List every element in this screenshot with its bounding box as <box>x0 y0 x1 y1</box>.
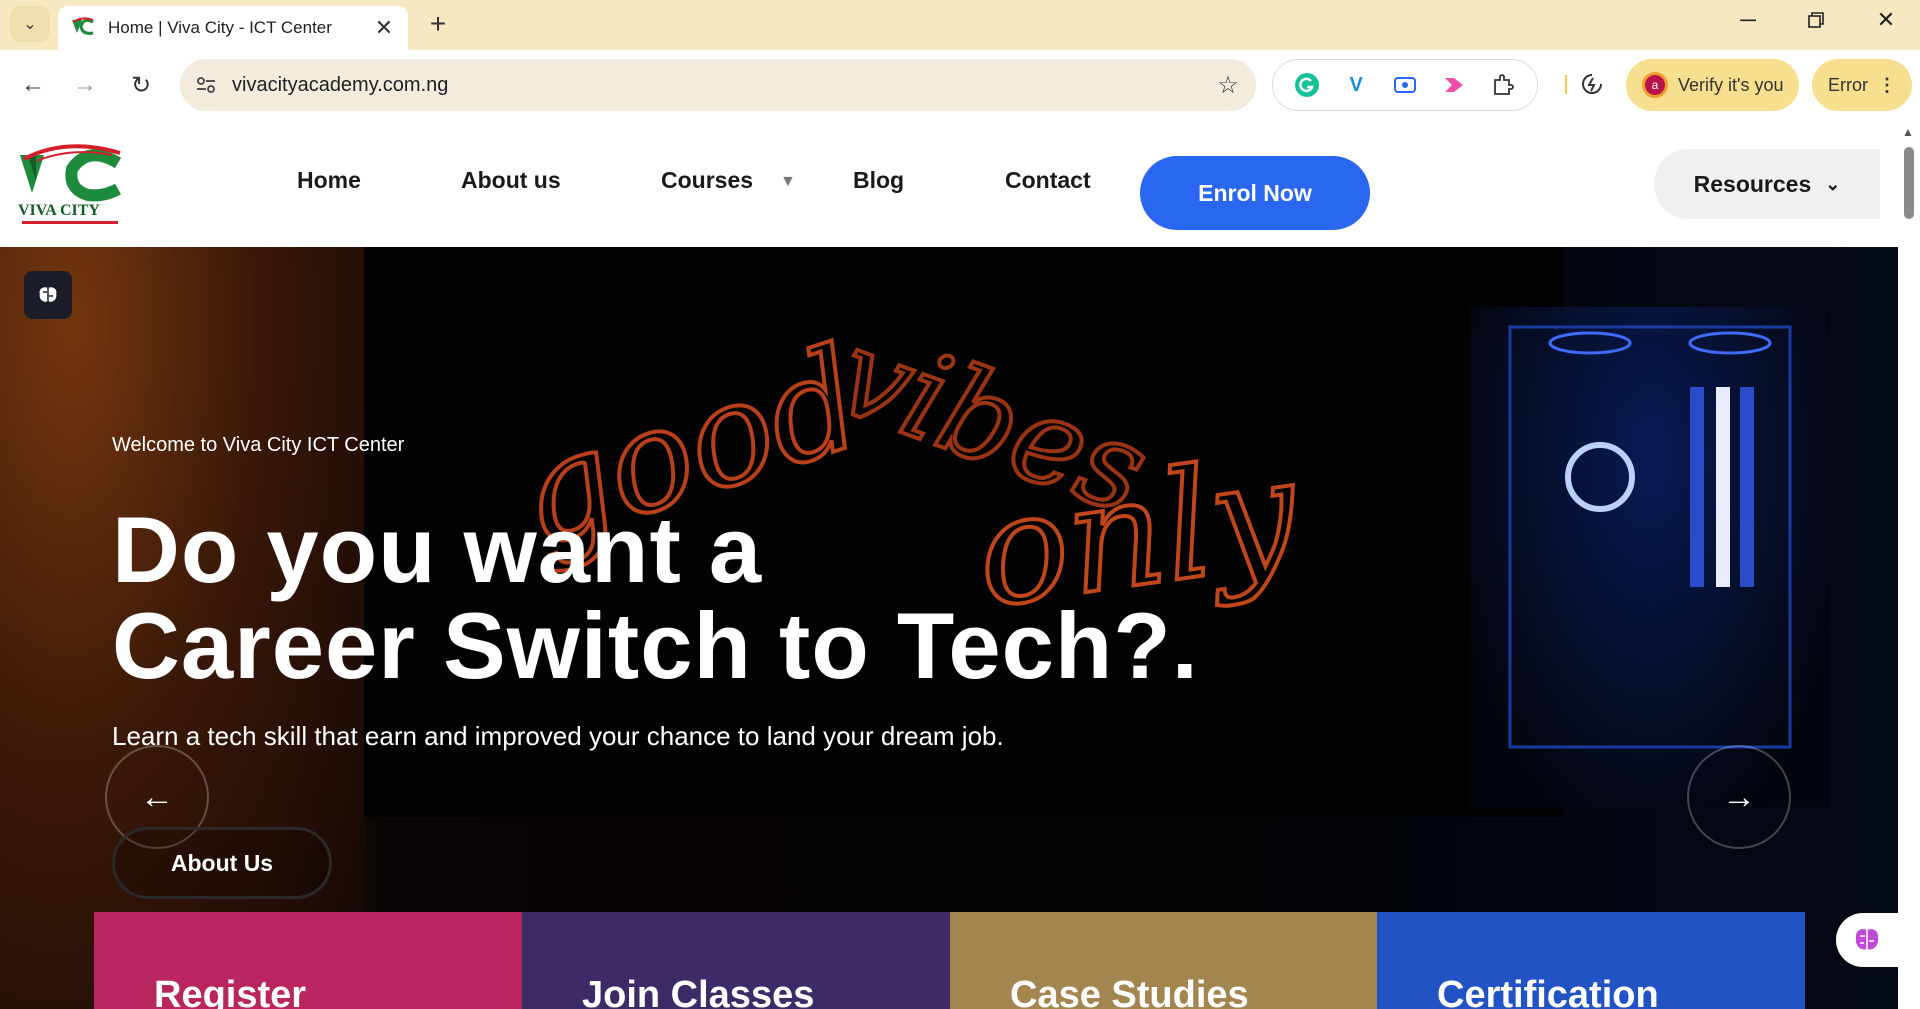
new-tab-icon[interactable]: + <box>420 6 456 42</box>
logo-text: VIVA CITY <box>18 202 100 219</box>
tab-search-icon[interactable]: ⌄ <box>10 6 50 42</box>
hero-subtitle: Welcome to Viva City ICT Center <box>112 434 405 456</box>
url-text[interactable]: vivacityacademy.com.ng <box>232 74 1200 97</box>
site-info-icon[interactable] <box>180 76 232 94</box>
browser-tab[interactable]: Home | Viva City - ICT Center ✕ <box>58 6 408 50</box>
browser-toolbar: ← → ↻ vivacityacademy.com.ng ☆ V | a Ver… <box>0 50 1920 120</box>
hero-title: Do you want a Career Switch to Tech?. <box>112 502 1199 694</box>
slider-next-arrow-icon[interactable]: → <box>1687 745 1791 849</box>
hero-slider: good vibes only Welcome to Viva City ICT… <box>0 247 1898 1009</box>
error-menu-button[interactable]: Error ⋮ <box>1812 59 1912 111</box>
close-icon[interactable]: ✕ <box>1852 0 1920 40</box>
hero-description: Learn a tech skill that earn and improve… <box>112 721 1004 751</box>
site-logo[interactable]: VIVA CITY <box>16 141 128 229</box>
nav-home[interactable]: Home <box>297 167 361 194</box>
scroll-thumb[interactable] <box>1904 147 1914 219</box>
nav-contact[interactable]: Contact <box>1005 167 1091 194</box>
verify-identity-button[interactable]: a Verify it's you <box>1626 59 1800 111</box>
ai-assistant-brain-icon[interactable] <box>1836 913 1898 967</box>
grammarly-icon[interactable] <box>1291 69 1323 101</box>
performance-icon[interactable] <box>1574 66 1610 102</box>
scroll-up-icon[interactable]: ▲ <box>1902 125 1914 139</box>
hero-title-line-1: Do you want a <box>112 497 763 602</box>
restore-icon[interactable] <box>1782 0 1850 40</box>
hero-background-pc <box>1470 307 1830 807</box>
site-favicon-icon <box>70 15 96 41</box>
site-header: VIVA CITY Home About us Courses ▼ Blog C… <box>0 121 1898 247</box>
about-us-button[interactable]: About Us <box>112 827 332 899</box>
screen-record-icon[interactable] <box>1389 69 1421 101</box>
resources-label: Resources <box>1693 170 1812 197</box>
avatar: a <box>1642 72 1668 98</box>
browser-tab-bar: ⌄ Home | Viva City - ICT Center ✕ + ─ ✕ <box>0 0 1920 50</box>
brain-icon[interactable] <box>24 271 72 319</box>
tab-close-icon[interactable]: ✕ <box>372 15 396 41</box>
extensions-icon[interactable] <box>1487 69 1519 101</box>
address-bar[interactable]: vivacityacademy.com.ng ☆ <box>180 59 1256 111</box>
bookmark-star-icon[interactable]: ☆ <box>1200 71 1256 100</box>
vimeo-icon[interactable]: V <box>1340 69 1372 101</box>
nav-blog[interactable]: Blog <box>853 167 904 194</box>
tab-title: Home | Viva City - ICT Center <box>108 18 332 37</box>
chevron-down-icon: ⌄ <box>1825 173 1841 194</box>
back-icon[interactable]: ← <box>12 64 54 106</box>
page-scrollbar[interactable]: ▲ <box>1898 121 1920 1009</box>
nav-about[interactable]: About us <box>461 167 561 194</box>
feature-join-classes[interactable]: Join Classes <box>522 912 950 1009</box>
feature-register[interactable]: Register <box>94 912 522 1009</box>
more-menu-icon: ⋮ <box>1878 74 1896 95</box>
enrol-now-button[interactable]: Enrol Now <box>1140 156 1370 230</box>
error-label: Error <box>1828 74 1868 95</box>
feature-case-studies[interactable]: Case Studies <box>950 912 1378 1009</box>
hero-title-line-2: Career Switch to Tech?. <box>112 593 1199 698</box>
forward-icon[interactable]: → <box>64 64 106 106</box>
resources-dropdown[interactable]: Resources ⌄ <box>1654 149 1880 219</box>
reload-icon[interactable]: ↻ <box>120 64 162 106</box>
chevron-down-icon[interactable]: ▼ <box>780 173 796 191</box>
feature-certification[interactable]: Certification <box>1377 912 1805 1009</box>
verify-label: Verify it's you <box>1678 74 1784 95</box>
nav-courses[interactable]: Courses <box>661 167 753 194</box>
minimize-icon[interactable]: ─ <box>1714 0 1782 40</box>
video-extension-icon[interactable] <box>1438 69 1470 101</box>
extensions-group: V <box>1272 59 1538 111</box>
